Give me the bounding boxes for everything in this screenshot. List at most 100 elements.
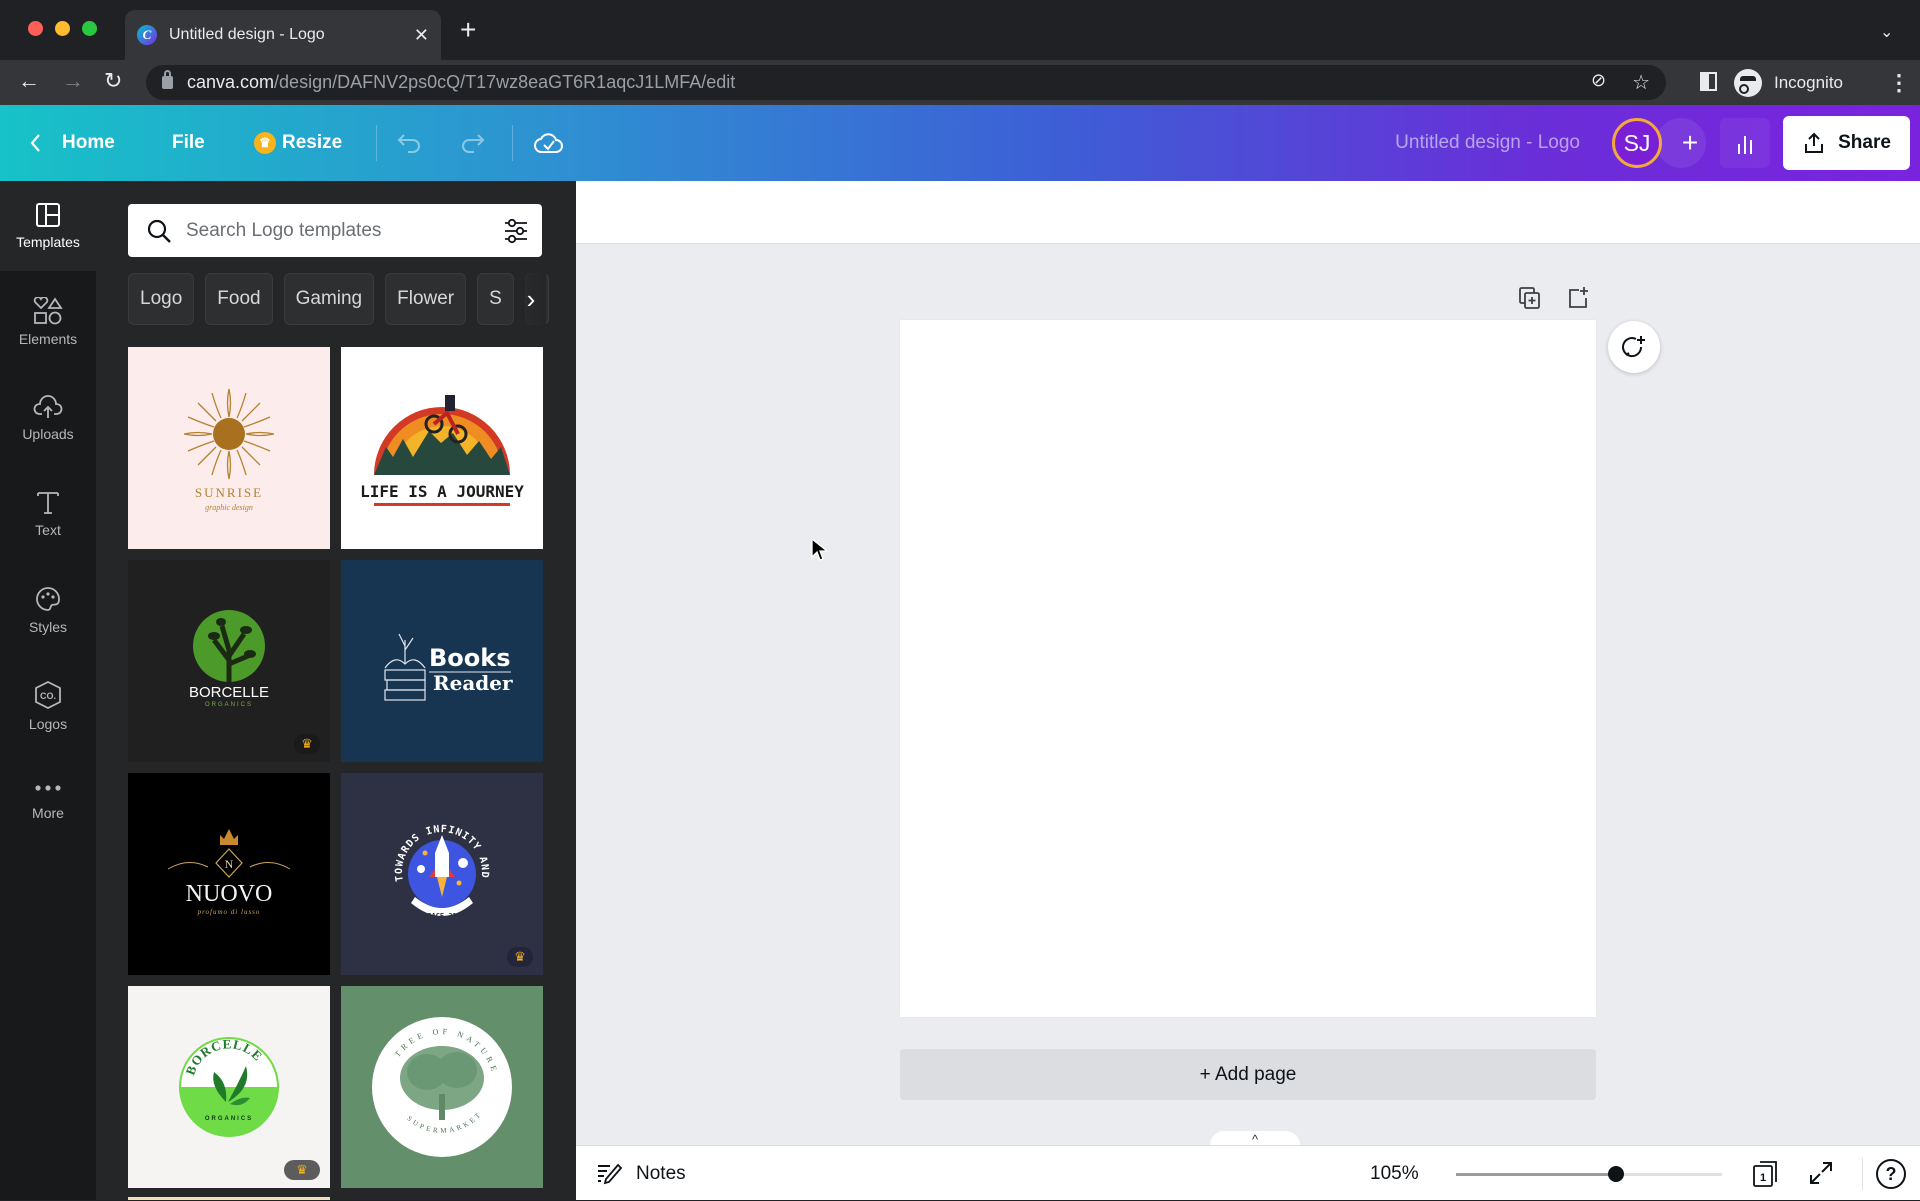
side-panel-icon[interactable] [1700,72,1717,91]
add-page-icon[interactable] [1565,285,1591,311]
new-tab-icon[interactable]: + [460,16,476,44]
star-icon[interactable]: ☆ [1632,70,1650,95]
add-page-button[interactable]: + Add page [900,1049,1596,1100]
document-title[interactable]: Untitled design - Logo [1330,105,1580,181]
chip-flower[interactable]: Flower [385,273,467,325]
fullscreen-icon[interactable] [1808,1160,1834,1186]
add-collaborator-button[interactable]: + [1656,118,1706,168]
close-tab-icon[interactable]: ✕ [414,25,429,46]
template-title: SUNRISE [195,485,263,500]
context-toolbar [576,181,1920,244]
rail-item-text[interactable]: Text [0,469,96,559]
notes-icon [598,1163,622,1184]
search-input[interactable]: Search Logo templates [128,204,542,257]
eye-off-icon[interactable]: ⊘ [1591,70,1606,95]
address-bar[interactable]: canva.com/design/DAFNV2ps0cQ/T17wz8eaGT6… [146,65,1666,100]
undo-icon [397,134,420,153]
template-sunrise[interactable]: SUNRISE graphic design [128,347,330,549]
template-tree-of-nature[interactable]: TREE OF NATURE SUPERMARKET [341,986,543,1188]
help-button[interactable]: ? [1876,1159,1906,1189]
url-path: /design/DAFNV2ps0cQ/T17wz8eaGT6R1aqcJ1LM… [274,72,736,92]
template-nuovo[interactable]: N NUOVO profumo di lusso [128,773,330,975]
page-count-button[interactable]: 1 [1752,1160,1778,1188]
resize-label: Resize [282,132,343,153]
tab-search-icon[interactable]: ⌄ [1880,22,1893,42]
divider [376,125,377,161]
cloud-check-icon [534,133,563,153]
avatar[interactable]: SJ [1612,118,1662,168]
resize-button[interactable]: ♛ Resize [254,105,342,181]
back-icon[interactable]: ← [18,68,40,94]
premium-crown-icon: ♛ [507,947,533,967]
zoom-slider[interactable] [1456,1166,1722,1182]
template-title: BORCELLE [189,684,269,701]
undo-button[interactable] [396,105,424,181]
divider [512,125,513,161]
design-page[interactable] [900,320,1596,1017]
chevron-right-icon[interactable]: › [516,273,546,325]
sunrise-logo-art: SUNRISE graphic design [183,388,275,512]
filter-icon[interactable] [502,218,530,244]
svg-text:graphic design: graphic design [205,503,253,512]
duplicate-page-icon[interactable] [1517,285,1543,311]
logos-icon: CO. [35,680,61,710]
styles-icon [36,587,60,611]
url-host: canva.com [187,72,275,92]
minimize-window-button[interactable] [55,21,70,36]
borcelle-leaf-logo-art: BORCELLE ORGANICS [179,1036,279,1137]
rail-item-uploads[interactable]: Uploads [0,373,96,463]
tab-title: Untitled design - Logo [169,26,325,43]
zoom-level[interactable]: 105% [1370,1146,1419,1201]
notes-button[interactable]: Notes [596,1146,686,1201]
rail-item-elements[interactable]: Elements [0,277,96,367]
rail-label: Templates [16,234,80,250]
browser-tab[interactable]: C Untitled design - Logo ✕ [125,10,441,60]
share-button[interactable]: Share [1783,116,1910,170]
save-status-button[interactable] [534,105,564,181]
crown-icon: ♛ [254,132,276,154]
home-button[interactable]: Home [28,105,115,181]
search-placeholder: Search Logo templates [186,219,382,241]
elements-icon [33,297,63,325]
svg-text:ORGANICS: ORGANICS [205,1116,253,1122]
bar-chart-icon [1738,144,1740,154]
template-borcelle-organics[interactable]: BORCELLE ORGANICS ♛ [128,986,330,1188]
kebab-menu-icon[interactable]: ⋮ [1888,70,1910,96]
insights-button[interactable] [1720,118,1770,168]
rail-item-templates[interactable]: Templates [0,181,96,271]
template-books-reader[interactable]: Books Reader [341,560,543,762]
template-life-is-a-journey[interactable]: LIFE IS A JOURNEY [341,347,543,549]
file-menu-button[interactable]: File [172,105,205,181]
search-icon [147,219,171,243]
template-space-211[interactable]: TOWARDS INFINITY AND BEYOND SPACE 211 ♛ [341,773,543,975]
upload-share-icon [1805,132,1824,153]
rail-item-logos[interactable]: CO. Logos [0,661,96,751]
zoom-slider-handle[interactable] [1607,1166,1624,1182]
close-window-button[interactable] [28,21,43,36]
templates-icon [36,203,60,227]
template-borcelle-dark[interactable]: BORCELLE ORGANICS ♛ [128,560,330,762]
plus-icon: + [1681,127,1699,158]
maximize-window-button[interactable] [82,21,97,36]
editor-footer: Notes 105% 1 ? [576,1145,1920,1200]
reload-icon[interactable]: ↻ [104,68,122,94]
chip-logo[interactable]: Logo [128,273,195,325]
incognito-profile-button[interactable]: Incognito [1734,64,1858,101]
chip-s[interactable]: S [477,273,514,325]
canva-favicon-icon: C [137,25,157,45]
rail-label: Elements [18,331,78,347]
share-label: Share [1838,132,1891,153]
divider [1862,1158,1863,1190]
premium-crown-icon: ♛ [284,1160,320,1180]
svg-text:ORGANICS: ORGANICS [205,702,253,708]
forward-icon[interactable]: → [62,68,84,94]
rail-item-more[interactable]: More [0,757,96,847]
rail-label: Uploads [22,426,74,442]
redo-button[interactable] [458,105,486,181]
rail-item-styles[interactable]: Styles [0,565,96,655]
chip-gaming[interactable]: Gaming [283,273,375,325]
chip-food[interactable]: Food [205,273,273,325]
add-comment-button[interactable] [1608,321,1660,373]
svg-text:SPACE 211: SPACE 211 [423,912,461,920]
rail-label: Logos [28,716,68,732]
